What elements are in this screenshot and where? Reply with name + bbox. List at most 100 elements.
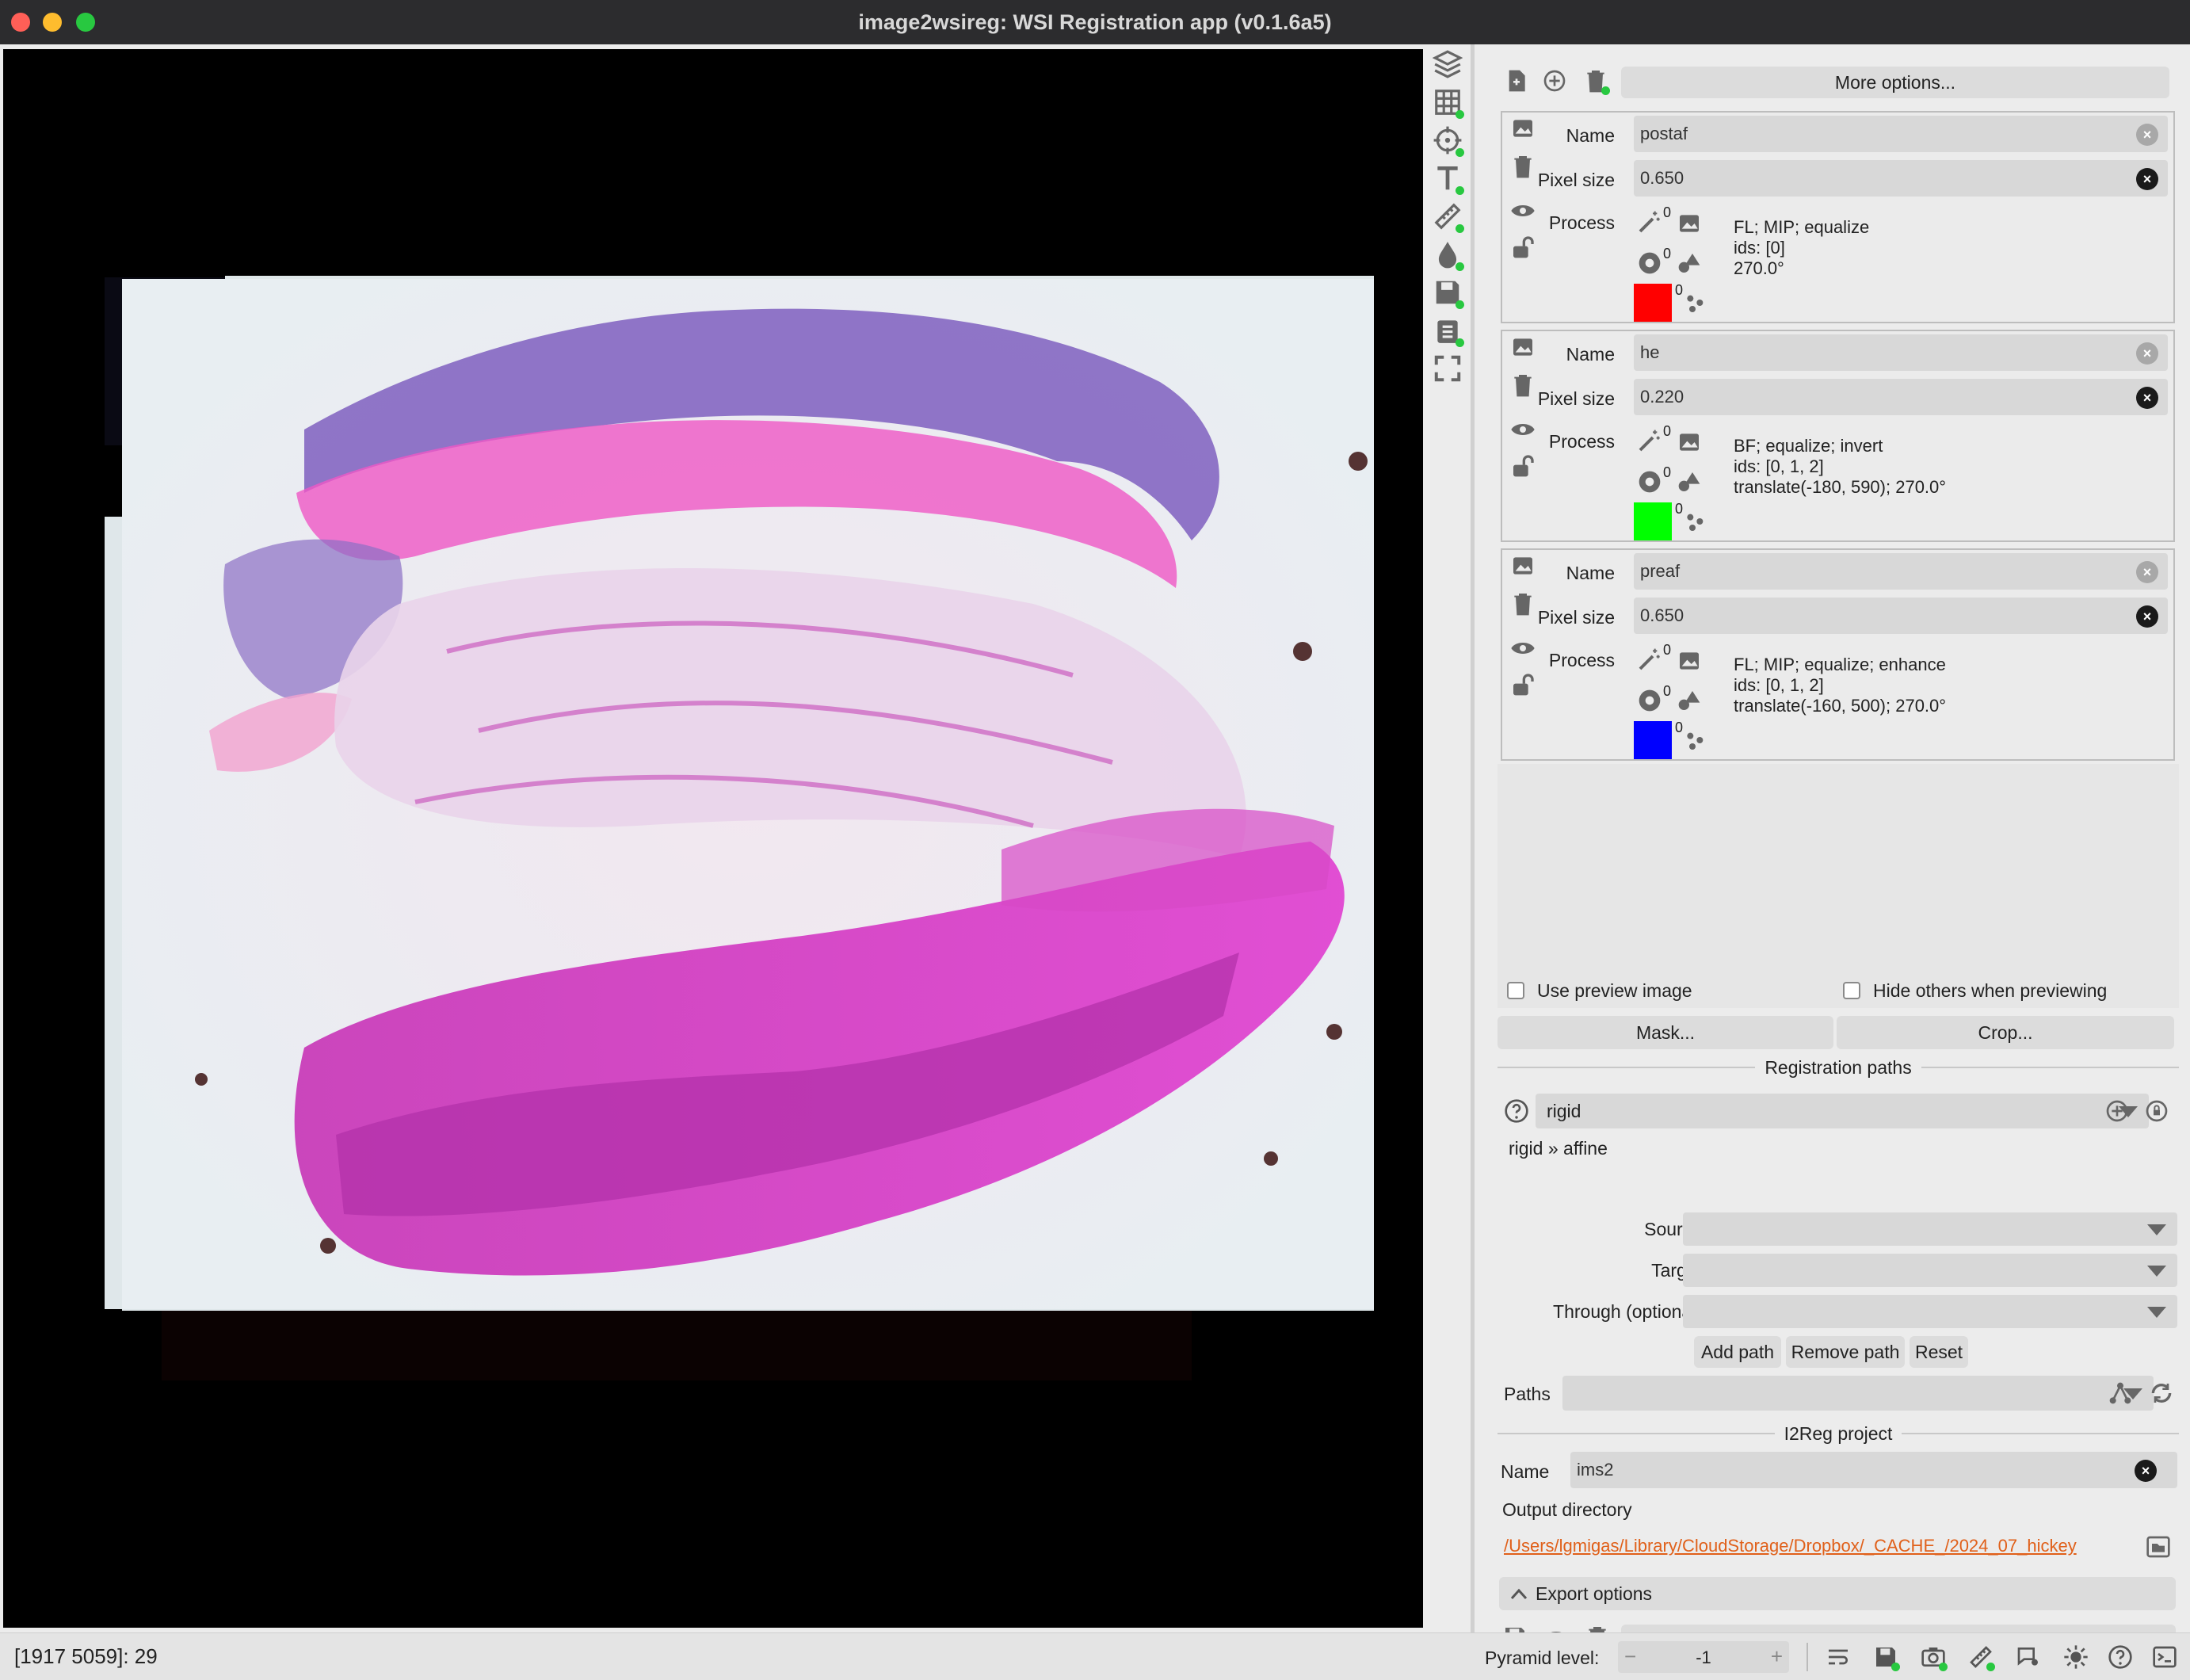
ruler-icon[interactable] xyxy=(1433,201,1464,233)
paths-select[interactable] xyxy=(1562,1376,2154,1411)
process-info-line: FL; MIP; equalize; enhance xyxy=(1734,655,1946,674)
channel-color-swatch[interactable] xyxy=(1634,502,1672,540)
image-icon[interactable] xyxy=(1507,113,1539,144)
brightness-icon[interactable] xyxy=(2060,1641,2092,1673)
pixel-size-field[interactable]: 0.220 xyxy=(1634,379,2168,415)
pixel-size-field[interactable]: 0.650 xyxy=(1634,160,2168,197)
aperture-icon[interactable] xyxy=(1634,466,1665,498)
through-select[interactable] xyxy=(1683,1295,2177,1328)
hide-others-checkbox[interactable] xyxy=(1843,982,1860,999)
wrap-icon[interactable] xyxy=(1822,1641,1854,1673)
name-field[interactable]: he xyxy=(1634,334,2168,371)
refresh-icon[interactable] xyxy=(2146,1377,2177,1409)
aperture-icon[interactable] xyxy=(1634,685,1665,716)
source-select[interactable] xyxy=(1683,1212,2177,1246)
ruler-status-icon[interactable] xyxy=(1965,1641,1997,1673)
drop-icon[interactable] xyxy=(1433,239,1464,271)
image-process-icon[interactable] xyxy=(1673,426,1705,458)
crop-button[interactable]: Crop... xyxy=(1837,1016,2174,1049)
feedback-icon[interactable] xyxy=(2013,1641,2044,1673)
project-name-field[interactable]: ims2 xyxy=(1570,1452,2177,1488)
magic-wand-icon[interactable] xyxy=(1634,206,1665,238)
clear-pixel-size-icon[interactable]: × xyxy=(2136,605,2158,628)
unlock-icon[interactable] xyxy=(1507,450,1539,482)
clear-name-icon[interactable]: × xyxy=(2136,561,2158,583)
shapes-icon[interactable] xyxy=(1673,466,1705,498)
panel-divider[interactable] xyxy=(1471,44,1475,1632)
chevron-down-icon xyxy=(2147,1266,2166,1277)
grid-layer-icon[interactable] xyxy=(1433,87,1464,119)
shapes-icon[interactable] xyxy=(1673,685,1705,716)
trash-all-icon[interactable] xyxy=(1580,65,1612,97)
help-status-icon[interactable] xyxy=(2104,1641,2136,1673)
pyramid-level-spinbox[interactable]: − -1 + xyxy=(1618,1641,1789,1673)
name-field[interactable]: preaf xyxy=(1634,553,2168,590)
add-preset-icon[interactable] xyxy=(2101,1095,2133,1127)
image-icon[interactable] xyxy=(1507,550,1539,582)
clear-name-icon[interactable]: × xyxy=(2136,124,2158,146)
channel-color-swatch[interactable] xyxy=(1634,284,1672,322)
increment-button[interactable]: + xyxy=(1771,1644,1783,1669)
aperture-count: 0 xyxy=(1663,464,1672,480)
chevron-down-icon xyxy=(2147,1224,2166,1235)
process-count: 0 xyxy=(1663,642,1672,658)
add-path-button[interactable]: Add path xyxy=(1694,1336,1781,1368)
output-path-link[interactable]: /Users/lgmigas/Library/CloudStorage/Drop… xyxy=(1504,1536,2130,1560)
use-preview-checkbox[interactable] xyxy=(1507,982,1524,999)
target-select[interactable] xyxy=(1683,1254,2177,1287)
clear-project-name-icon[interactable]: × xyxy=(2135,1460,2157,1482)
name-label: Name xyxy=(1566,344,1615,365)
status-dot-icon xyxy=(1456,186,1464,195)
reset-button[interactable]: Reset xyxy=(1910,1336,1968,1368)
magic-wand-icon[interactable] xyxy=(1634,425,1665,456)
more-options-button[interactable]: More options... xyxy=(1621,67,2169,98)
graph-icon[interactable] xyxy=(2104,1377,2136,1409)
preset-select[interactable]: rigid xyxy=(1536,1094,2149,1128)
pixel-size-field[interactable]: 0.650 xyxy=(1634,598,2168,634)
image-process-icon[interactable] xyxy=(1673,645,1705,677)
layer-tool-strip xyxy=(1426,44,1467,1629)
folder-browse-icon[interactable] xyxy=(2142,1531,2174,1563)
help-icon[interactable] xyxy=(1501,1095,1532,1127)
zoom-window-button[interactable] xyxy=(76,13,95,32)
add-circle-icon[interactable] xyxy=(1539,65,1570,97)
clear-pixel-size-icon[interactable]: × xyxy=(2136,387,2158,409)
aperture-icon[interactable] xyxy=(1634,247,1665,279)
unlock-icon[interactable] xyxy=(1507,231,1539,263)
save-layer-icon[interactable] xyxy=(1433,277,1464,309)
lock-preset-icon[interactable] xyxy=(2141,1095,2173,1127)
text-layer-icon[interactable] xyxy=(1433,163,1464,195)
clear-pixel-size-icon[interactable]: × xyxy=(2136,168,2158,190)
clipboard-icon[interactable] xyxy=(1433,315,1464,347)
image-card-preaf: Name preaf × Pixel size 0.650 × Process … xyxy=(1501,548,2175,761)
save-icon[interactable] xyxy=(1870,1641,1902,1673)
process-info-line: translate(-180, 590); 270.0° xyxy=(1734,477,1947,497)
image-viewer-canvas[interactable] xyxy=(3,49,1423,1628)
minimize-window-button[interactable] xyxy=(43,13,62,32)
shapes-icon[interactable] xyxy=(1673,247,1705,279)
export-options-toggle[interactable]: Export options xyxy=(1499,1577,2176,1610)
name-field[interactable]: postaf xyxy=(1634,116,2168,152)
fullscreen-icon[interactable] xyxy=(1433,353,1463,384)
layers-icon[interactable] xyxy=(1432,49,1463,79)
mask-button[interactable]: Mask... xyxy=(1498,1016,1833,1049)
add-file-icon[interactable] xyxy=(1501,65,1532,97)
console-icon[interactable] xyxy=(2149,1641,2180,1673)
clear-name-icon[interactable]: × xyxy=(2136,342,2158,365)
points-icon[interactable] xyxy=(1680,287,1711,319)
image-icon[interactable] xyxy=(1507,331,1539,363)
remove-path-button[interactable]: Remove path xyxy=(1786,1336,1905,1368)
preset-description: rigid » affine xyxy=(1509,1138,1608,1159)
channel-color-swatch[interactable] xyxy=(1634,721,1672,759)
status-dot-icon xyxy=(1456,300,1464,309)
image-card-postaf: Name postaf × Pixel size 0.650 × Process… xyxy=(1501,111,2175,323)
close-window-button[interactable] xyxy=(11,13,30,32)
camera-icon[interactable] xyxy=(1917,1641,1949,1673)
hide-others-label: Hide others when previewing xyxy=(1873,980,2108,1001)
image-process-icon[interactable] xyxy=(1673,208,1705,239)
magic-wand-icon[interactable] xyxy=(1634,643,1665,675)
points-icon[interactable] xyxy=(1680,724,1711,756)
points-layer-icon[interactable] xyxy=(1433,125,1464,157)
unlock-icon[interactable] xyxy=(1507,669,1539,701)
points-icon[interactable] xyxy=(1680,506,1711,537)
